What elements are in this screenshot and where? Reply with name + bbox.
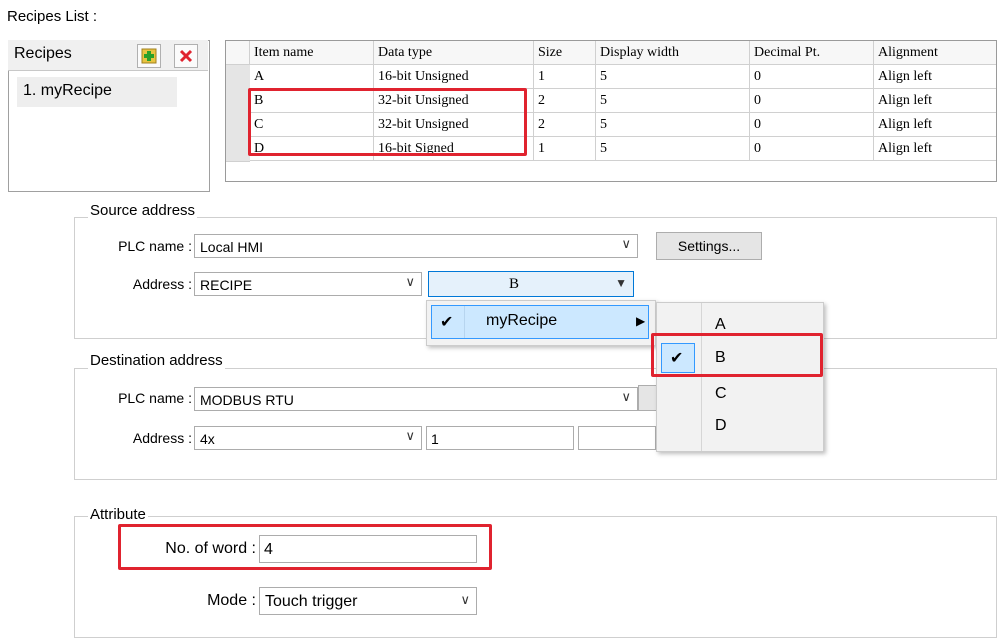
submenu-item-c[interactable]: C (661, 383, 819, 411)
destination-address-label: Address : (132, 430, 192, 446)
settings-button[interactable]: Settings... (656, 232, 762, 260)
source-plc-dropdown[interactable]: Local HMI ∨ (194, 234, 638, 258)
table-cell[interactable]: 5 (596, 65, 750, 89)
table-cell[interactable]: 0 (750, 137, 874, 161)
table-cell[interactable]: 0 (750, 113, 874, 137)
row-header[interactable] (226, 89, 250, 114)
table-cell[interactable]: 16-bit Unsigned (374, 65, 534, 89)
destination-address-title: Destination address (88, 352, 225, 369)
column-header[interactable]: Data type (374, 41, 534, 65)
delete-icon (179, 49, 193, 63)
table-cell[interactable]: Align left (874, 65, 996, 89)
submenu-item-label: C (715, 385, 727, 402)
recipe-item-label: 1. myRecipe (23, 82, 112, 99)
recipes-title: Recipes (14, 45, 72, 62)
table-cell[interactable]: 5 (596, 113, 750, 137)
recipe-menu: ✔ myRecipe ▶ (426, 300, 656, 346)
submenu-item-label: A (715, 316, 726, 333)
source-plc-label: PLC name : (118, 238, 192, 254)
delete-recipe-button[interactable] (174, 44, 198, 68)
destination-address-number-value: 1 (431, 431, 439, 447)
chevron-down-icon: ∨ (405, 428, 415, 443)
source-address-dropdown[interactable]: RECIPE ∨ (194, 272, 422, 296)
table-cell[interactable]: Align left (874, 137, 996, 161)
recipe-menu-label: myRecipe (486, 312, 558, 329)
highlight-words (118, 524, 492, 570)
checkmark-icon: ✔ (440, 314, 454, 331)
recipe-item-value: B (509, 276, 520, 292)
destination-plc-dropdown[interactable]: MODBUS RTU ∨ (194, 387, 638, 411)
row-header[interactable] (226, 137, 250, 162)
recipes-list-label: Recipes List : (7, 8, 98, 25)
mode-dropdown[interactable]: Touch trigger ∨ (259, 587, 477, 615)
add-icon (141, 48, 157, 64)
attribute-title: Attribute (88, 506, 148, 523)
column-header[interactable]: Item name (250, 41, 374, 65)
highlight-rows-b-c (248, 88, 527, 156)
item-submenu: A ✔ B C D (656, 302, 824, 452)
table-cell[interactable]: 2 (534, 113, 596, 137)
table-cell[interactable]: 5 (596, 89, 750, 113)
row-header[interactable] (226, 65, 250, 90)
table-cell[interactable]: 0 (750, 89, 874, 113)
column-header[interactable]: Display width (596, 41, 750, 65)
dropdown-arrow-icon: ▼ (615, 276, 627, 290)
source-address-value: RECIPE (200, 277, 253, 293)
column-header[interactable]: Decimal Pt. (750, 41, 874, 65)
table-cell[interactable]: 1 (534, 137, 596, 161)
submenu-arrow-icon: ▶ (636, 314, 646, 328)
table-cell[interactable]: Align left (874, 89, 996, 113)
table-cell[interactable]: 5 (596, 137, 750, 161)
destination-address-number[interactable]: 1 (426, 426, 574, 450)
source-address-label: Address : (132, 276, 192, 292)
destination-plc-value: MODBUS RTU (200, 392, 294, 408)
recipe-item-dropdown[interactable]: B ▼ (428, 271, 634, 297)
source-plc-value: Local HMI (200, 239, 264, 255)
submenu-item-d[interactable]: D (661, 415, 819, 443)
submenu-item-label: D (715, 417, 727, 434)
chevron-down-icon: ∨ (621, 389, 631, 404)
table-cell[interactable]: 1 (534, 65, 596, 89)
chevron-down-icon: ∨ (460, 592, 470, 607)
table-cell[interactable]: 0 (750, 65, 874, 89)
chevron-down-icon: ∨ (621, 236, 631, 251)
destination-plc-label: PLC name : (118, 390, 192, 406)
table-cell[interactable]: Align left (874, 113, 996, 137)
destination-address-group (74, 368, 997, 480)
column-header[interactable]: Alignment (874, 41, 996, 65)
destination-address-value: 4x (200, 431, 215, 447)
chevron-down-icon: ∨ (405, 274, 415, 289)
destination-address-extra[interactable] (578, 426, 656, 450)
destination-settings-button[interactable] (638, 385, 658, 411)
recipe-list-item[interactable]: 1. myRecipe (17, 77, 177, 107)
row-header[interactable] (226, 113, 250, 138)
highlight-item-b (651, 333, 823, 377)
table-cell[interactable]: A (250, 65, 374, 89)
destination-address-dropdown[interactable]: 4x ∨ (194, 426, 422, 450)
column-header[interactable]: Size (534, 41, 596, 65)
recipe-menu-item[interactable]: ✔ myRecipe ▶ (431, 305, 649, 339)
mode-label: Mode : (207, 592, 256, 609)
mode-value: Touch trigger (265, 593, 358, 610)
source-address-title: Source address (88, 202, 198, 219)
table-cell[interactable]: 2 (534, 89, 596, 113)
table-corner (226, 41, 250, 65)
add-recipe-button[interactable] (137, 44, 161, 68)
menu-divider (464, 306, 465, 338)
